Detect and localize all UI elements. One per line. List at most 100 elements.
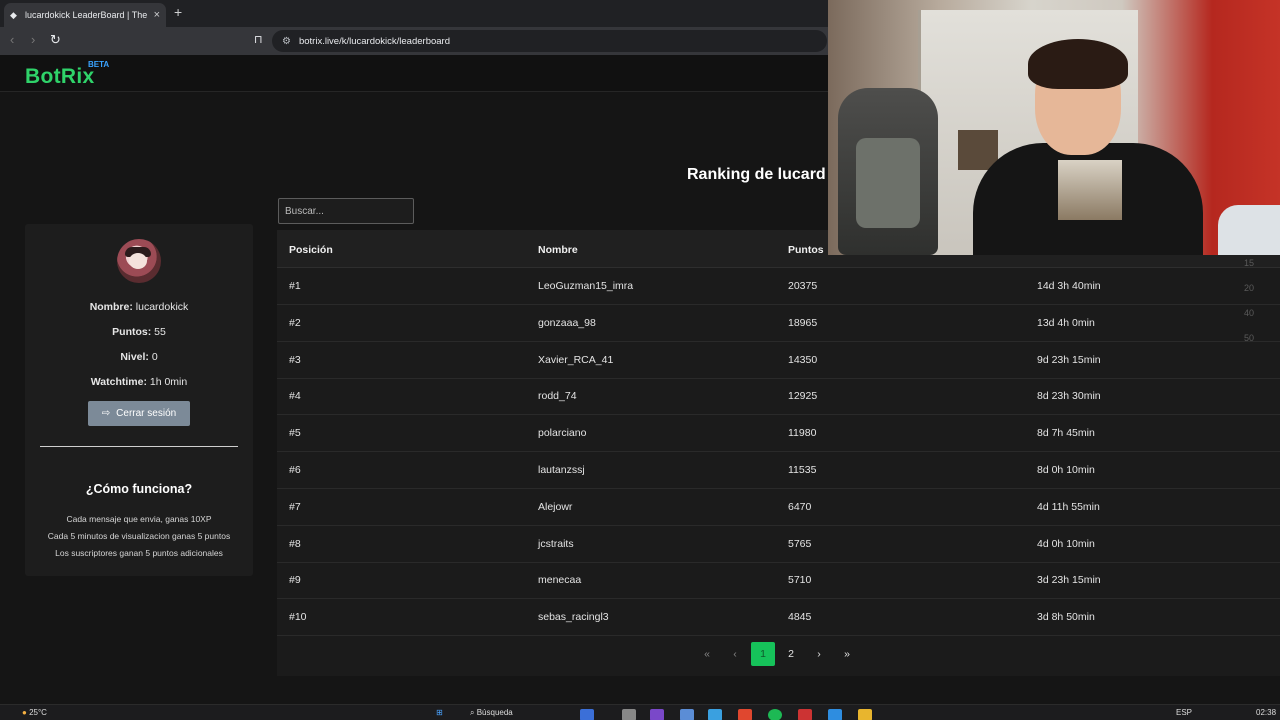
cell-name: gonzaaa_98 [538,316,596,329]
botrix-logo[interactable]: BotRix [25,65,94,89]
clock[interactable]: 02:38 [1256,708,1276,717]
taskbar-search[interactable]: ⌕ Búsqueda [470,708,513,718]
diamond-icon: ◆ [10,10,17,20]
cell-position: #1 [289,280,301,292]
language-indicator[interactable]: ESP [1176,708,1192,717]
avatar [117,239,161,283]
profile-name-value: lucardokick [135,301,189,313]
webcam-overlay [828,0,1280,255]
profile-level-value: 0 [151,351,158,363]
app-icon[interactable] [708,709,722,720]
page-2-button[interactable]: 2 [779,642,803,666]
cell-points: 12925 [788,390,818,403]
app-icon[interactable] [680,709,694,720]
browser-tab[interactable]: ◆ lucardokick LeaderBoard | The b × [4,3,166,27]
profile-name-label: Nombre: [89,301,133,313]
app-icon[interactable] [798,709,812,720]
cell-position: #6 [289,464,301,476]
app-icon[interactable] [622,709,636,720]
page-size-option[interactable]: 20 [1244,283,1254,308]
how-line: Los suscriptores ganan 5 puntos adiciona… [55,548,223,558]
profile-watchtime: Watchtime: 1h 0min [25,376,253,388]
divider [40,446,238,447]
logout-label: Cerrar sesión [116,408,177,419]
page-size-option[interactable]: 15 [1244,258,1254,283]
how-it-works-title: ¿Cómo funciona? [85,482,193,496]
app-icon[interactable] [580,709,594,720]
page-size-option[interactable]: 40 [1244,308,1254,333]
col-name[interactable]: Nombre [538,244,578,256]
forward-icon[interactable]: › [31,32,35,47]
table-row: #4 rodd_74 12925 8d 23h 30min [277,378,1280,416]
table-row: #10 sebas_racingl3 4845 3d 8h 50min [277,599,1280,637]
prev-page-button[interactable]: ‹ [723,642,747,666]
cell-name: lautanzssj [538,464,585,476]
folder-icon[interactable] [858,709,872,720]
table-row: #8 jcstraits 5765 4d 0h 10min [277,526,1280,563]
col-points[interactable]: Puntos [788,244,824,256]
table-row: #9 menecaa 5710 3d 23h 15min [277,562,1280,600]
leaderboard-table: Posición Nombre Puntos #1 LeoGuzman15_imr… [277,230,1280,676]
page-title: Ranking de lucard [687,166,826,183]
page-size-option[interactable]: 50 [1244,333,1254,358]
table-row: #1 LeoGuzman15_imra 20375 14d 3h 40min [277,268,1280,305]
last-page-button[interactable]: » [835,642,859,666]
search-input[interactable] [278,198,414,224]
address-bar[interactable]: ⚙ botrix.live/k/lucardokick/leaderboard [272,30,827,52]
cell-points: 6470 [788,500,812,513]
first-page-button[interactable]: « [695,642,719,666]
pagination: « ‹ 1 2 › » [277,638,1280,668]
how-line: Cada 5 minutos de visualizacion ganas 5 … [47,531,231,541]
cell-name: jcstraits [538,537,574,550]
app-icon[interactable] [828,709,842,720]
profile-watchtime-value: 1h 0min [149,376,188,388]
cell-watchtime: 13d 4h 0min [1037,316,1095,329]
how-line: Cada mensaje que envia, ganas 10XP [66,514,212,524]
table-row: #5 polarciano 11980 8d 7h 45min [277,415,1280,453]
cell-watchtime: 9d 23h 15min [1037,353,1101,366]
site-info-icon[interactable]: ⚙ [282,36,291,47]
table-row: #6 lautanzssj 11535 8d 0h 10min [277,452,1280,489]
page-size-options: 15 20 40 50 [1244,258,1254,358]
back-icon[interactable]: ‹ [10,32,14,47]
reload-icon[interactable]: ↻ [50,32,61,48]
weather-widget[interactable]: ● 25°C [22,708,47,717]
webcam-gaming-chair [838,88,938,255]
sun-icon: ● [22,708,27,717]
webcam-bedsheet [1218,205,1280,255]
logout-button[interactable]: ⇨ Cerrar sesión [88,401,190,426]
cell-points: 14350 [788,353,818,366]
brave-browser-icon[interactable] [738,709,752,720]
cell-points: 4845 [788,611,812,624]
next-page-button[interactable]: › [807,642,831,666]
webcam-streamer [973,39,1203,255]
cell-name: polarciano [538,427,587,440]
os-taskbar: ● 25°C ⊞ ⌕ Búsqueda ESP 02:38 [0,704,1280,720]
cell-position: #5 [289,427,301,440]
cell-watchtime: 4d 11h 55min [1037,500,1100,513]
table-row: #7 Alejowr 6470 4d 11h 55min [277,489,1280,526]
cell-name: Alejowr [538,500,573,513]
cell-points: 11980 [788,427,817,440]
app-icon[interactable] [650,709,664,720]
cell-points: 5710 [788,574,812,587]
profile-watchtime-label: Watchtime: [90,376,147,388]
cell-position: #7 [289,500,301,513]
tab-title: lucardokick LeaderBoard | The b [25,10,150,20]
cell-name: LeoGuzman15_imra [538,280,634,292]
cell-name: rodd_74 [538,390,577,403]
cell-watchtime: 8d 7h 45min [1037,427,1095,440]
bookmark-icon[interactable]: ⊓ [254,33,263,46]
new-tab-button[interactable]: + [174,4,182,20]
col-position[interactable]: Posición [289,244,333,256]
url-text: botrix.live/k/lucardokick/leaderboard [298,35,450,47]
cell-watchtime: 8d 23h 30min [1037,390,1101,403]
cell-points: 20375 [788,280,818,292]
windows-start-icon[interactable]: ⊞ [436,708,443,717]
taskbar-search-label: Búsqueda [476,708,513,717]
close-tab-icon[interactable]: × [154,9,160,21]
page-1-button[interactable]: 1 [751,642,775,666]
cell-name: menecaa [538,574,582,587]
profile-name: Nombre: lucardokick [25,301,253,313]
spotify-icon[interactable] [768,709,782,720]
